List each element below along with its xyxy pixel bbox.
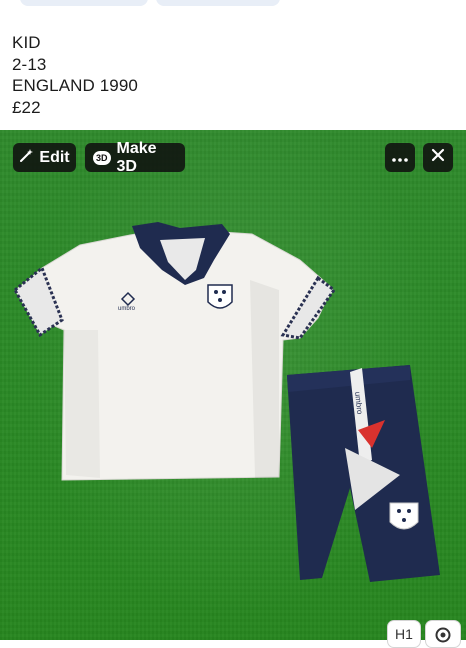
top-pill-right[interactable]: [156, 0, 280, 6]
post-caption: KID 2-13 ENGLAND 1990 £22: [12, 32, 138, 118]
product-photo[interactable]: umbro umbro: [0, 130, 466, 640]
close-button[interactable]: [423, 143, 453, 172]
football-kit-image: umbro umbro: [13, 222, 440, 582]
shirt-crest: [207, 284, 233, 309]
shirt-brand-text: umbro: [118, 306, 136, 312]
make-3d-label: Make 3D: [116, 139, 157, 175]
caption-line-size-range: 2-13: [12, 54, 47, 74]
caption-line-title: ENGLAND 1990: [12, 76, 138, 95]
top-pill-left[interactable]: [20, 0, 148, 6]
h1-chip[interactable]: H1: [387, 620, 421, 648]
3d-badge-icon: 3D: [93, 150, 111, 165]
shorts-crest: [389, 502, 419, 530]
caption-line-age-group: KID: [12, 33, 41, 52]
visual-search-icon: [434, 626, 452, 647]
visual-search-chip[interactable]: [425, 620, 461, 648]
caption-line-price: £22: [12, 97, 41, 117]
close-icon: [431, 148, 445, 167]
magic-wand-icon: [19, 148, 34, 168]
make-3d-button[interactable]: 3D Make 3D: [85, 140, 185, 175]
more-options-button[interactable]: [385, 143, 415, 172]
more-horizontal-icon: [392, 149, 408, 167]
edit-label: Edit: [39, 148, 70, 166]
edit-button[interactable]: Edit: [13, 143, 76, 172]
